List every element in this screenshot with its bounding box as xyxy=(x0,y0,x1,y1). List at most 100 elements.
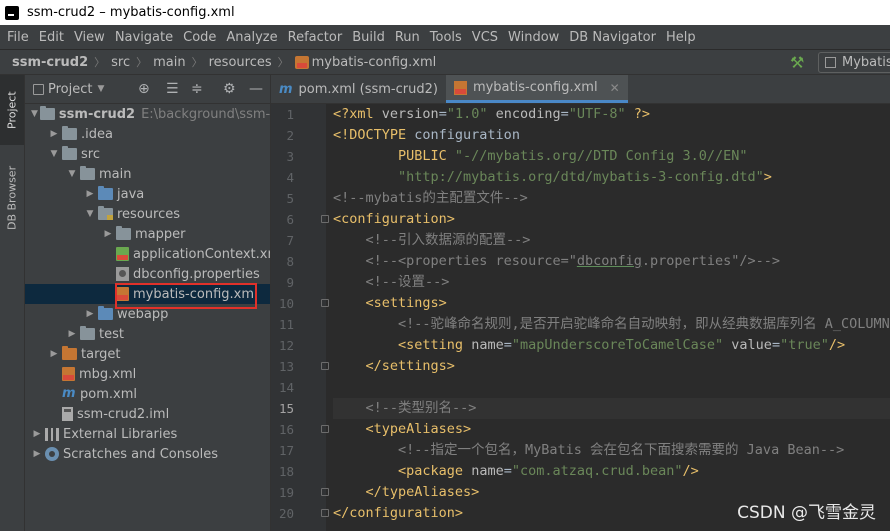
tree-item-mbg[interactable]: mbg.xml xyxy=(25,364,270,384)
maven-icon: m xyxy=(62,386,76,401)
code-token: encoding xyxy=(487,106,561,122)
chevron-right-icon[interactable]: ▶ xyxy=(102,229,114,239)
excluded-folder-icon xyxy=(62,346,77,360)
chevron-right-icon: 〉 xyxy=(136,56,148,69)
code-token: </typeAliases> xyxy=(365,484,480,500)
menu-analyze[interactable]: Analyze xyxy=(221,30,282,45)
chevron-right-icon: 〉 xyxy=(277,56,289,69)
tree-item-ssm-crud2[interactable]: ▼ ssm-crud2 E:\background\ssm-cru xyxy=(25,104,270,124)
code-line: <!DOCTYPE configuration xyxy=(333,125,890,146)
tree-item-test[interactable]: ▶ test xyxy=(25,324,270,344)
line-number: 15 xyxy=(278,401,294,416)
run-configuration-selector[interactable]: Mybatis xyxy=(818,52,890,73)
tree-item-mapper[interactable]: ▶ mapper xyxy=(25,224,270,244)
tree-item-external-libraries[interactable]: ▶ External Libraries xyxy=(25,424,270,444)
gear-icon[interactable]: ⚙ xyxy=(223,81,236,97)
expand-all-icon[interactable]: ☰ xyxy=(166,81,179,97)
locate-file-icon[interactable]: ⊕ xyxy=(138,81,150,97)
tab-label: mybatis-config.xml xyxy=(472,80,598,95)
menu-edit[interactable]: Edit xyxy=(34,30,69,45)
tree-item-dbconfig[interactable]: dbconfig.properties xyxy=(25,264,270,284)
chevron-right-icon[interactable]: ▶ xyxy=(48,349,60,359)
menu-vcs[interactable]: VCS xyxy=(467,30,503,45)
tab-mybatis-config[interactable]: mybatis-config.xml ✕ xyxy=(445,75,628,103)
intellij-icon xyxy=(5,5,19,20)
fold-marker-icon[interactable] xyxy=(321,425,329,433)
breadcrumb-resources[interactable]: resources xyxy=(209,55,272,70)
collapse-all-icon[interactable]: ≑ xyxy=(191,81,203,97)
menu-code[interactable]: Code xyxy=(178,30,221,45)
code-token: = xyxy=(503,463,512,479)
code-token: "com.atzaq.crud.bean" xyxy=(511,463,683,479)
maven-icon: m xyxy=(279,81,293,97)
line-number: 1 xyxy=(286,107,294,122)
code-area[interactable]: <?xml version="1.0" encoding="UTF-8" ?> … xyxy=(333,104,890,531)
code-line: <!--<properties resource="dbconfig.prope… xyxy=(333,251,890,272)
source-folder-icon xyxy=(98,186,113,200)
code-token: <!--指定一个包名，MyBatis 会在包名下面搜索需要的 Java Bean… xyxy=(333,442,845,458)
chevron-down-icon[interactable]: ▼ xyxy=(97,84,104,94)
tab-pom[interactable]: m pom.xml (ssm-crud2) xyxy=(271,75,446,103)
run-configuration-label: Mybatis xyxy=(842,55,890,70)
breadcrumb-src[interactable]: src xyxy=(111,55,130,70)
fold-marker-icon[interactable] xyxy=(321,215,329,223)
chevron-right-icon[interactable]: ▶ xyxy=(84,309,96,319)
tree-item-label: test xyxy=(99,326,124,342)
line-number: 13 xyxy=(278,359,294,374)
menu-db-navigator[interactable]: DB Navigator xyxy=(564,30,661,45)
menu-navigate[interactable]: Navigate xyxy=(110,30,178,45)
hide-panel-icon[interactable]: — xyxy=(249,81,263,97)
menu-run[interactable]: Run xyxy=(390,30,425,45)
menu-tools[interactable]: Tools xyxy=(425,30,467,45)
chevron-down-icon[interactable]: ▼ xyxy=(31,109,38,119)
menu-bar: File Edit View Navigate Code Analyze Ref… xyxy=(0,25,890,49)
fold-marker-icon[interactable] xyxy=(321,299,329,307)
chevron-right-icon[interactable]: ▶ xyxy=(31,429,43,439)
menu-build[interactable]: Build xyxy=(347,30,390,45)
menu-refactor[interactable]: Refactor xyxy=(283,30,348,45)
line-number: 3 xyxy=(286,149,294,164)
tree-item-java[interactable]: ▶ java xyxy=(25,184,270,204)
line-number: 6 xyxy=(286,212,294,227)
chevron-down-icon[interactable]: ▼ xyxy=(48,149,60,159)
close-icon[interactable]: ✕ xyxy=(610,81,620,95)
tree-item-label: main xyxy=(99,166,132,182)
xml-file-icon xyxy=(294,55,309,69)
breadcrumb-project[interactable]: ssm-crud2 xyxy=(12,55,88,70)
tree-item-label: target xyxy=(81,346,121,362)
chevron-right-icon[interactable]: ▶ xyxy=(48,129,60,139)
fold-marker-icon[interactable] xyxy=(321,488,329,496)
tree-item-pom[interactable]: m pom.xml xyxy=(25,384,270,404)
editor: m pom.xml (ssm-crud2) mybatis-config.xml… xyxy=(271,75,890,531)
chevron-right-icon[interactable]: ▶ xyxy=(66,329,78,339)
breadcrumb-file[interactable]: mybatis-config.xml xyxy=(312,55,437,70)
scratches-icon xyxy=(45,447,59,461)
tree-item-src[interactable]: ▼ src xyxy=(25,144,270,164)
fold-marker-icon[interactable] xyxy=(321,362,329,370)
tree-item-scratches[interactable]: ▶ Scratches and Consoles xyxy=(25,444,270,464)
menu-file[interactable]: File xyxy=(2,30,34,45)
menu-window[interactable]: Window xyxy=(503,30,564,45)
tree-item-applicationcontext[interactable]: applicationContext.xml xyxy=(25,244,270,264)
menu-help[interactable]: Help xyxy=(661,30,701,45)
line-number: 19 xyxy=(278,485,294,500)
project-view-title[interactable]: Project xyxy=(48,82,92,97)
breadcrumb-main[interactable]: main xyxy=(153,55,185,70)
chevron-right-icon[interactable]: ▶ xyxy=(31,449,43,459)
tree-item-target[interactable]: ▶ target xyxy=(25,344,270,364)
tree-item-resources[interactable]: ▼ resources xyxy=(25,204,270,224)
project-tool-tab[interactable]: Project xyxy=(0,75,24,145)
code-line: <setting name="mapUnderscoreToCamelCase"… xyxy=(333,335,890,356)
build-hammer-icon[interactable]: ⚒ xyxy=(790,53,804,72)
tree-item-idea[interactable]: ▶ .idea xyxy=(25,124,270,144)
tree-item-iml[interactable]: ssm-crud2.iml xyxy=(25,404,270,424)
fold-marker-icon[interactable] xyxy=(321,509,329,517)
chevron-down-icon[interactable]: ▼ xyxy=(66,169,78,179)
chevron-right-icon[interactable]: ▶ xyxy=(84,189,96,199)
line-number: 14 xyxy=(278,380,294,395)
db-browser-tool-tab[interactable]: DB Browser xyxy=(0,155,24,240)
menu-view[interactable]: View xyxy=(69,30,110,45)
tree-item-main[interactable]: ▼ main xyxy=(25,164,270,184)
chevron-down-icon[interactable]: ▼ xyxy=(84,209,96,219)
